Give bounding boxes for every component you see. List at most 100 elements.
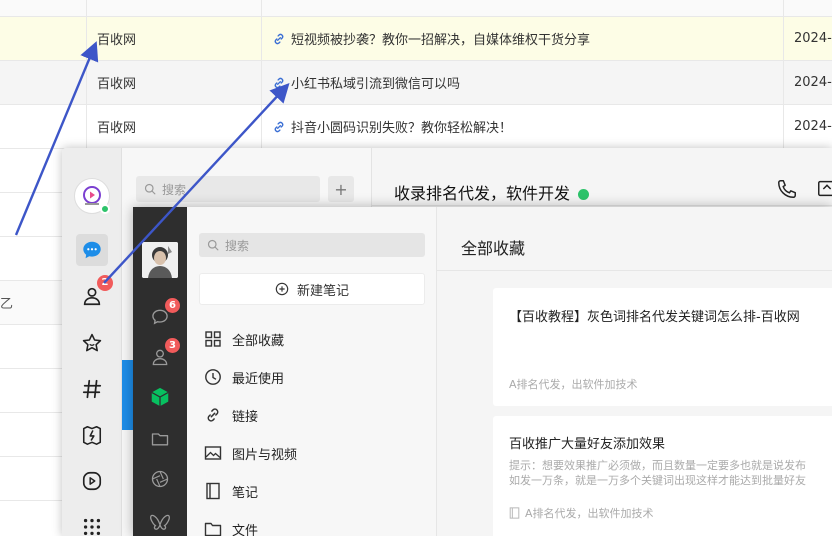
dark-bar-moments[interactable] <box>148 467 172 491</box>
video-channel-icon <box>82 471 102 491</box>
new-note-button[interactable]: 新建笔记 <box>199 273 425 305</box>
butterfly-icon <box>150 514 170 530</box>
online-indicator <box>100 204 110 214</box>
favorite-card[interactable]: 百收推广大量好友添加效果 提示：想要效果推广必须做，而且数量一定要多也就是说发布… <box>493 416 832 536</box>
table-row[interactable]: 百收网 抖音小圆码识别失败？教你轻松解决！ 2024- <box>0 105 832 149</box>
card-tag: A排名代发，出软件加技术 <box>525 507 654 520</box>
table-row[interactable]: 百收网 小红书私域引流到微信可以吗 2024- <box>0 61 832 105</box>
page-title: 全部收藏 <box>461 239 526 258</box>
chat-title: 收录排名代发，软件开发 <box>394 180 590 204</box>
favorites-search-input[interactable]: 搜索 <box>199 233 425 257</box>
table-header-row <box>0 0 832 17</box>
sidebar-item-mini-programs[interactable] <box>77 512 107 536</box>
avatar[interactable] <box>74 178 110 214</box>
dark-bar-contacts[interactable]: 3 <box>148 338 180 369</box>
online-indicator <box>578 189 590 200</box>
folder-icon <box>203 519 223 536</box>
aperture-icon <box>151 470 169 488</box>
card-tag: A排名代发，出软件加技术 <box>509 378 638 391</box>
chat-header: 收录排名代发，软件开发 <box>372 148 832 206</box>
row-title-link[interactable]: 小红书私域引流到微信可以吗 <box>291 73 460 92</box>
dark-bar-files[interactable] <box>148 427 172 451</box>
search-icon <box>144 183 156 195</box>
sidebar-item-favorites[interactable] <box>77 328 107 358</box>
clock-icon <box>203 367 223 387</box>
table-row-stub <box>0 413 62 457</box>
menu-item-notes[interactable]: 笔记 <box>203 476 423 506</box>
favorites-content: 全部收藏 【百收教程】灰色词排名代发关键词怎么排-百收网 A排名代发，出软件加技… <box>437 207 832 536</box>
menu-item-links[interactable]: 链接 <box>203 400 423 430</box>
link-icon <box>274 33 284 44</box>
table-row-stub <box>0 193 62 237</box>
chat-badge: 6 <box>165 298 180 313</box>
chat-icon <box>83 241 101 259</box>
link-icon <box>203 405 223 425</box>
grid-dots-icon <box>83 518 101 536</box>
favorites-dark-sidebar: 6 3 <box>133 207 187 536</box>
date-cell: 2024- <box>794 31 832 46</box>
favorites-nav: 搜索 新建笔记 全部收藏 最近使用 链接 图片与视频 笔记 文件 <box>187 207 437 536</box>
menu-item-media[interactable]: 图片与视频 <box>203 438 423 468</box>
link-icon <box>274 77 284 88</box>
table-row-stub <box>0 237 62 281</box>
link-icon <box>274 121 284 132</box>
dark-bar-channels[interactable] <box>148 509 172 533</box>
favorites-icon <box>82 333 102 352</box>
menu-item-label: 文件 <box>232 523 259 536</box>
menu-item-label: 图片与视频 <box>232 447 298 463</box>
card-desc: 提示：想要效果推广必须做，而且数量一定要多也就是说发布 <box>509 459 806 472</box>
table-row-stub <box>0 325 62 369</box>
table-cell-blank <box>0 61 87 104</box>
hashtag-icon <box>82 379 102 399</box>
screen-share-button[interactable] <box>816 178 832 202</box>
sidebar-item-contacts[interactable]: 2 <box>77 275 113 311</box>
table-row-stub <box>0 149 62 193</box>
site-cell: 百收网 <box>87 17 262 60</box>
sidebar-item-chat[interactable] <box>76 234 108 266</box>
screen-icon <box>818 180 832 197</box>
truncated-text: 乙 <box>0 297 14 312</box>
favorite-card[interactable]: 【百收教程】灰色词排名代发关键词怎么排-百收网 A排名代发，出软件加技术 <box>493 288 832 406</box>
title-cell[interactable]: 小红书私域引流到微信可以吗 <box>262 61 784 104</box>
add-button[interactable]: + <box>328 176 354 202</box>
voice-call-button[interactable] <box>776 178 800 202</box>
title-cell[interactable]: 短视频被抄袭？教你一招解决，自媒体维权干货分享 <box>262 17 784 60</box>
user-avatar-image <box>142 242 178 278</box>
site-cell: 百收网 <box>87 61 262 104</box>
date-cell: 2024- <box>794 119 832 134</box>
card-title: 百收推广大量好友添加效果 <box>509 437 666 452</box>
card-desc: 如发一万条，就是一万多个关键词出现这样才能达到批量好友 <box>509 474 806 487</box>
menu-item-recent[interactable]: 最近使用 <box>203 362 423 392</box>
menu-item-files[interactable]: 文件 <box>203 514 423 536</box>
table-row-stub: 乙 <box>0 281 62 325</box>
menu-item-all[interactable]: 全部收藏 <box>203 324 423 354</box>
dark-bar-chat[interactable]: 6 <box>148 298 180 329</box>
contacts-badge: 3 <box>165 338 180 353</box>
dark-bar-favorites[interactable] <box>148 385 172 409</box>
moments-icon <box>82 425 102 445</box>
search-placeholder: 搜索 <box>225 238 250 253</box>
card-title: 【百收教程】灰色词排名代发关键词怎么排-百收网 <box>509 310 800 325</box>
avatar[interactable] <box>142 242 178 278</box>
add-circle-icon <box>275 282 289 296</box>
table-row[interactable]: 百收网 短视频被抄袭？教你一招解决，自媒体维权干货分享 2024- <box>0 17 832 61</box>
note-icon <box>509 507 520 519</box>
table-cell-blank <box>0 105 87 148</box>
table-row-stub <box>0 369 62 413</box>
sidebar-item-channels[interactable] <box>77 374 107 404</box>
image-icon <box>203 443 223 463</box>
menu-item-label: 链接 <box>232 409 259 425</box>
wx-sidebar: 2 <box>62 148 122 536</box>
search-input[interactable]: 搜索 <box>136 176 320 202</box>
row-title-link[interactable]: 抖音小圆码识别失败？教你轻松解决！ <box>291 117 512 136</box>
contacts-badge: 2 <box>97 275 113 291</box>
new-note-label: 新建笔记 <box>296 283 349 299</box>
brand-logo-icon <box>83 186 101 205</box>
sidebar-item-video[interactable] <box>77 466 107 496</box>
sidebar-item-moments[interactable] <box>77 420 107 450</box>
menu-item-label: 全部收藏 <box>232 333 285 349</box>
folder-icon <box>151 433 169 446</box>
cube-icon <box>151 387 169 407</box>
title-cell[interactable]: 抖音小圆码识别失败？教你轻松解决！ <box>262 105 784 148</box>
row-title-link[interactable]: 短视频被抄袭？教你一招解决，自媒体维权干货分享 <box>291 29 590 48</box>
